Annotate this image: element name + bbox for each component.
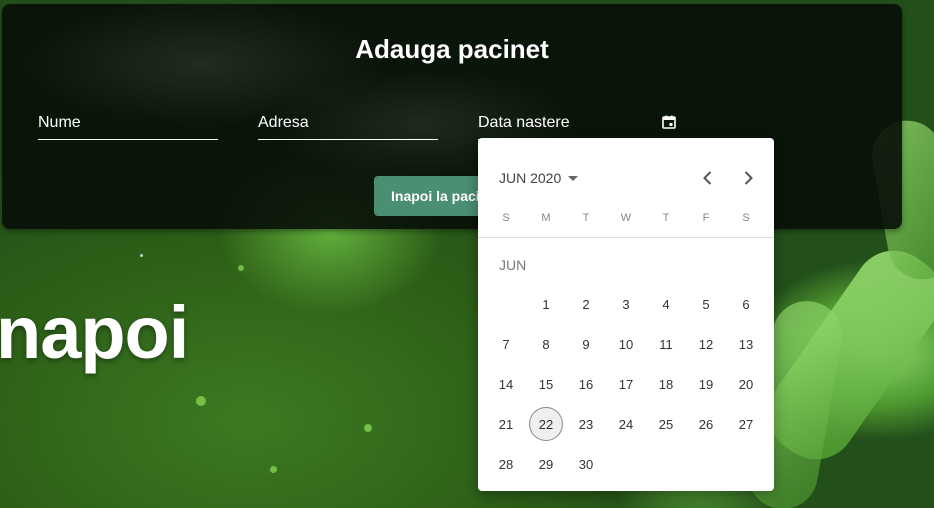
day-number: 1 [542, 296, 550, 312]
day-number: 18 [658, 376, 674, 392]
date-picker-popup: JUN 2020 SMTWTFS JUN 1 2 3 4 5 6 7 8 9 10 11 12 13 14… [478, 138, 774, 491]
day-cell[interactable]: 16 [566, 364, 606, 404]
nume-field[interactable]: Nume [38, 108, 218, 140]
weekday-label: F [702, 212, 710, 224]
day-number: 14 [498, 376, 514, 392]
caret-down-icon [568, 175, 579, 181]
day-cell[interactable]: 17 [606, 364, 646, 404]
day-cell[interactable]: 15 [526, 364, 566, 404]
weekday-label: S [502, 212, 510, 224]
background-dot [140, 254, 143, 257]
day-cell[interactable]: 24 [606, 404, 646, 444]
day-number: 30 [578, 456, 594, 472]
adresa-field[interactable]: Adresa [258, 108, 438, 140]
day-cell[interactable]: 14 [486, 364, 526, 404]
day-cell[interactable]: 9 [566, 324, 606, 364]
day-cell[interactable]: 1 [526, 284, 566, 324]
day-number: 13 [738, 336, 754, 352]
day-number: 3 [622, 296, 630, 312]
day-number: 28 [498, 456, 514, 472]
day-cell[interactable]: 10 [606, 324, 646, 364]
weekday-label: S [742, 212, 750, 224]
day-number: 22 [529, 407, 563, 441]
calendar-icon[interactable] [662, 115, 676, 129]
data-nastere-field[interactable]: Data nastere [478, 108, 682, 140]
day-cell[interactable]: 4 [646, 284, 686, 324]
adresa-label: Adresa [258, 114, 309, 131]
day-cell-today[interactable]: 22 [526, 404, 566, 444]
day-grid: 1 2 3 4 5 6 7 8 9 10 11 12 13 14 15 16 17 18 19 20 21 22 23 24 2… [486, 284, 766, 484]
day-number: 8 [542, 336, 550, 352]
day-cell[interactable]: 12 [686, 324, 726, 364]
day-number: 11 [659, 336, 673, 352]
chevron-right-icon[interactable] [738, 168, 758, 188]
day-cell[interactable]: 19 [686, 364, 726, 404]
day-number: 20 [738, 376, 754, 392]
day-number: 16 [578, 376, 594, 392]
day-number: 5 [702, 296, 710, 312]
day-cell[interactable]: 18 [646, 364, 686, 404]
day-cell[interactable]: 13 [726, 324, 766, 364]
day-number: 19 [698, 376, 714, 392]
period-label: JUN 2020 [499, 170, 562, 186]
day-number: 9 [582, 336, 590, 352]
day-cell[interactable]: 23 [566, 404, 606, 444]
day-number: 15 [538, 376, 554, 392]
weekday-label: M [541, 212, 551, 224]
day-cell[interactable]: 30 [566, 444, 606, 484]
background-dot [196, 396, 206, 406]
day-number: 27 [738, 416, 754, 432]
day-number: 17 [618, 376, 634, 392]
day-cell[interactable]: 29 [526, 444, 566, 484]
day-cell[interactable]: 5 [686, 284, 726, 324]
day-cell[interactable]: 28 [486, 444, 526, 484]
weekday-header: SMTWTFS [486, 212, 766, 224]
day-number: 24 [618, 416, 634, 432]
day-cell[interactable]: 25 [646, 404, 686, 444]
day-cell[interactable]: 20 [726, 364, 766, 404]
day-number: 4 [662, 296, 670, 312]
day-number: 7 [502, 336, 510, 352]
month-label: JUN [499, 257, 527, 273]
day-number: 10 [618, 336, 634, 352]
divider [478, 237, 774, 238]
day-cell[interactable]: 2 [566, 284, 606, 324]
day-number: 26 [698, 416, 714, 432]
day-cell[interactable]: 27 [726, 404, 766, 444]
card-title: Adauga pacinet [355, 34, 549, 64]
weekday-label: T [662, 212, 670, 224]
day-number: 2 [582, 296, 590, 312]
day-cell[interactable]: 11 [646, 324, 686, 364]
day-number: 25 [658, 416, 674, 432]
day-number: 23 [578, 416, 594, 432]
background-dot [364, 424, 372, 432]
day-cell[interactable]: 6 [726, 284, 766, 324]
day-number: 29 [538, 456, 554, 472]
background-dot [238, 265, 244, 271]
day-cell[interactable]: 26 [686, 404, 726, 444]
day-number: 6 [742, 296, 750, 312]
day-cell[interactable]: 21 [486, 404, 526, 444]
day-blank [486, 284, 526, 324]
day-number: 21 [498, 416, 514, 432]
weekday-label: W [620, 212, 632, 224]
day-cell[interactable]: 7 [486, 324, 526, 364]
weekday-label: T [582, 212, 590, 224]
day-number: 12 [698, 336, 714, 352]
data-nastere-label: Data nastere [478, 114, 570, 131]
nume-label: Nume [38, 114, 81, 131]
background-heading: napoi [0, 291, 189, 374]
chevron-left-icon[interactable] [698, 168, 718, 188]
day-cell[interactable]: 8 [526, 324, 566, 364]
background-dot [270, 466, 277, 473]
period-selector[interactable]: JUN 2020 [499, 170, 579, 186]
day-cell[interactable]: 3 [606, 284, 646, 324]
